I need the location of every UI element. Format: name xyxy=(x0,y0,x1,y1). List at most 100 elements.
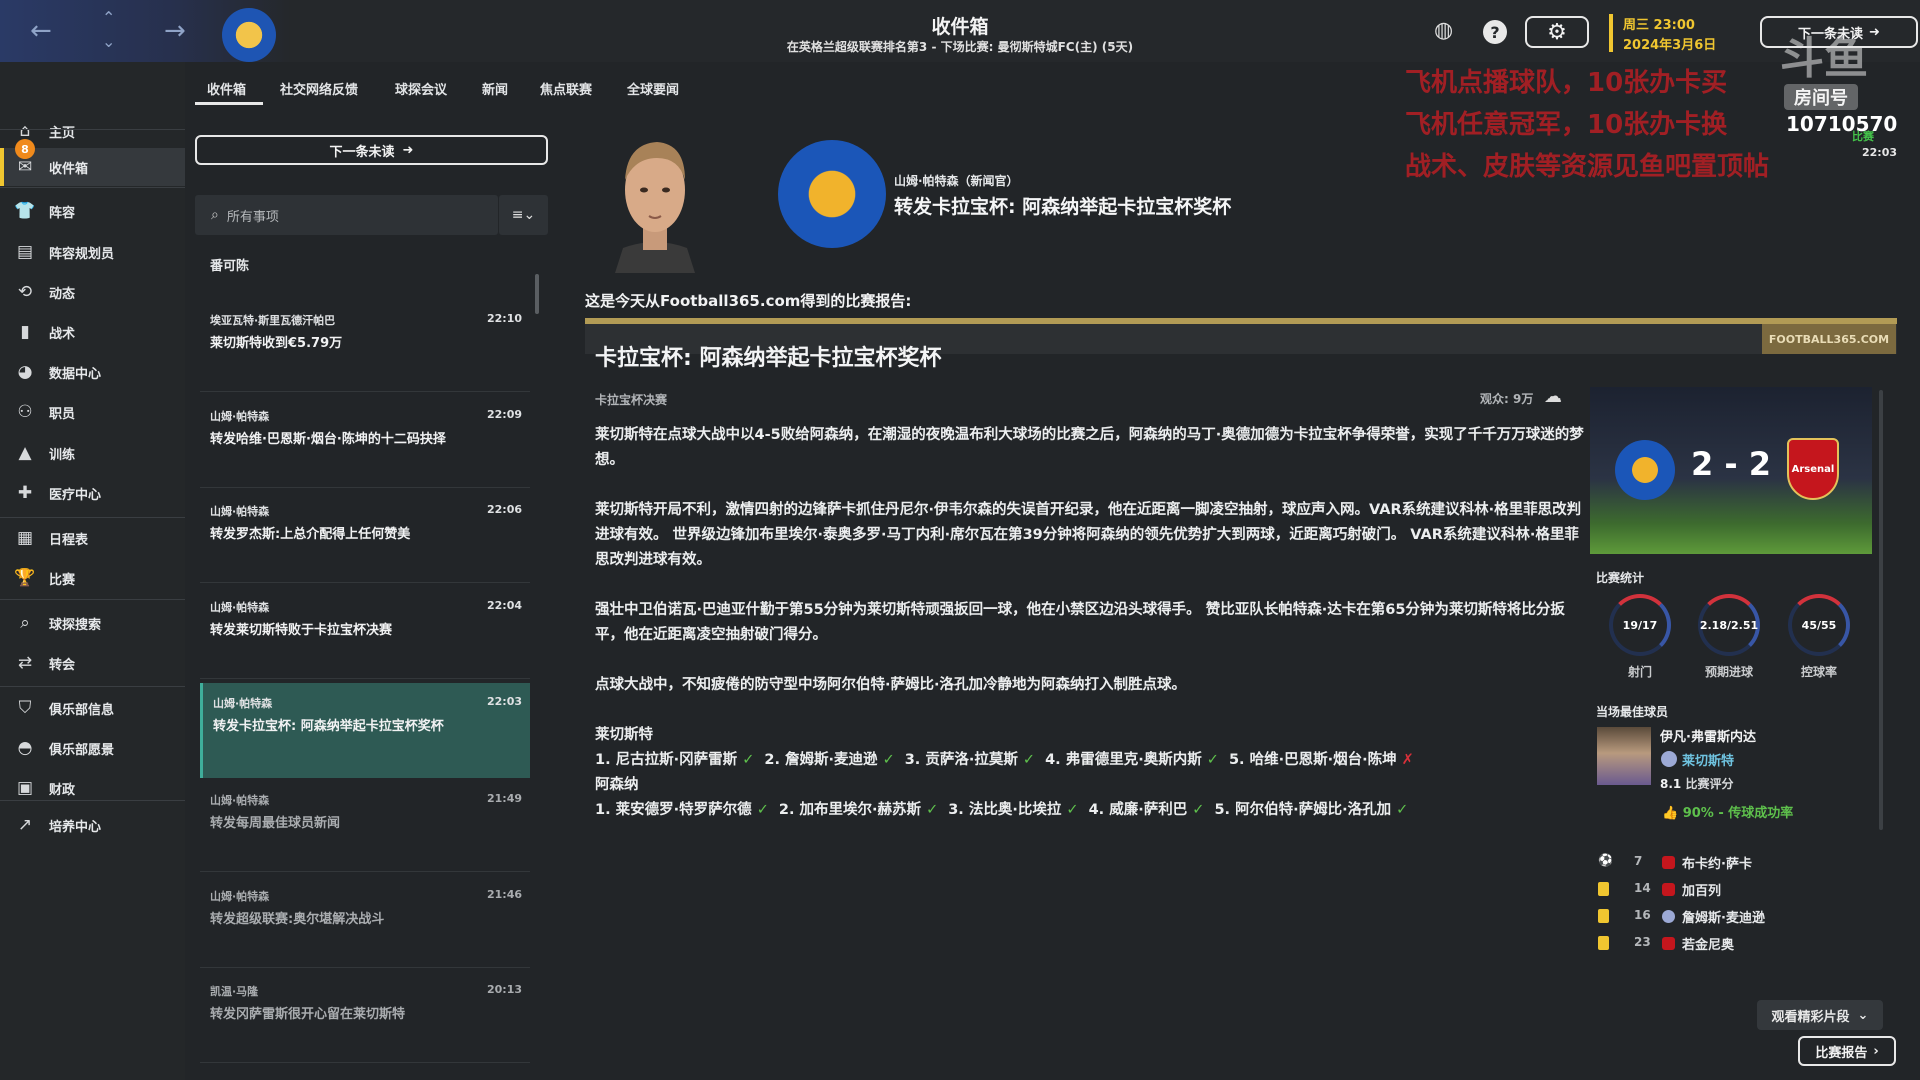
article-category: 卡拉宝杯决赛 xyxy=(595,393,668,407)
sidebar-item-squad-planner[interactable]: ▤ 阵容规划员 xyxy=(0,233,185,271)
active-tab-indicator xyxy=(195,102,263,105)
motm-pass-label: 90% - 传球成功率 xyxy=(1682,806,1794,821)
dynamics-icon: ⟲ xyxy=(17,282,33,302)
motm-club[interactable]: 莱切斯特 xyxy=(1682,750,1734,769)
sidebar-item-transfers[interactable]: ⇄ 转会 xyxy=(0,644,185,682)
tab-news[interactable]: 新闻 xyxy=(482,79,508,98)
sidebar-item-development[interactable]: ↗ 培养中心 xyxy=(0,806,185,844)
sidebar-item-staff[interactable]: ⚇ 职员 xyxy=(0,393,185,431)
sidebar: ⌂ 主页 ✉ 收件箱 👕 阵容 ▤ 阵容规划员 ⟲ 动态 ▮ 战术 ◕ 数据中心 ⚇ 职员 ▲ 训… xyxy=(0,62,185,1080)
penalty-taker: 4. 弗雷德里克·奥斯内斯 ✓ xyxy=(1045,752,1219,768)
shield-icon: ⛉ xyxy=(18,698,32,718)
sidebar-item-label: 俱乐部信息 xyxy=(49,702,115,718)
thumbs-up-icon: 👍 xyxy=(1662,806,1679,821)
sidebar-item-label: 动态 xyxy=(49,286,76,302)
sidebar-item-finances[interactable]: ▣ 财政 xyxy=(0,769,185,807)
sidebar-item-label: 转会 xyxy=(49,657,76,673)
chevron-down-icon: ⌄ xyxy=(1857,1007,1869,1023)
tab-scout-meeting[interactable]: 球探会议 xyxy=(395,79,447,98)
tab-social-feedback[interactable]: 社交网络反馈 xyxy=(280,79,358,98)
list-item[interactable]: 埃亚瓦特·斯里瓦德汗帕巴 22:10 莱切斯特收到€5.79万 xyxy=(200,300,530,392)
match-event-row[interactable]: 23 若金尼奥 xyxy=(1598,933,1848,955)
sidebar-divider xyxy=(0,686,185,687)
message-time: 20:13 xyxy=(486,983,522,996)
penalty-taker: 5. 哈维·巴恩斯·烟台·陈坤 ✗ xyxy=(1228,752,1414,768)
search-input[interactable]: ⌕ 所有事项 xyxy=(195,195,498,235)
help-icon[interactable]: ? xyxy=(1483,20,1507,44)
world-icon[interactable]: ◍ xyxy=(1434,18,1453,43)
list-item[interactable]: 山姆·帕特森 22:06 转发罗杰斯:上总介配得上任何赞美 xyxy=(200,491,530,583)
match-report-label: 比赛报告 xyxy=(1815,1045,1868,1061)
penalty-scored-icon: ✓ xyxy=(1206,752,1219,768)
list-item[interactable]: 山姆·帕特森 22:09 转发哈维·巴恩斯·烟台·陈坤的十二码抉择 xyxy=(200,396,530,488)
stream-overlay-text: 飞机点播球队，10张办卡买 xyxy=(1405,68,1728,98)
settings-button[interactable]: ⚙ xyxy=(1525,16,1589,48)
home-icon: ⌂ xyxy=(19,121,31,141)
sidebar-item-competitions[interactable]: 🏆 比赛 xyxy=(0,559,185,597)
match-event-row[interactable]: 14 加百列 xyxy=(1598,879,1848,901)
message-sender[interactable]: 山姆·帕特森（新闻官） xyxy=(894,172,1019,189)
message-subject: 转发超级联赛:奥尔堪解决战斗 xyxy=(210,912,385,927)
match-report-button[interactable]: 比赛报告 › xyxy=(1798,1036,1896,1066)
sidebar-item-club-info[interactable]: ⛉ 俱乐部信息 xyxy=(0,689,185,727)
message-time: 22:10 xyxy=(486,312,522,325)
player-of-the-match-title: 当场最佳球员 xyxy=(1596,705,1669,719)
sidebar-item-scouting[interactable]: ⌕ 球探搜索 xyxy=(0,604,185,642)
event-minute: 14 xyxy=(1634,881,1651,895)
sidebar-item-squad[interactable]: 👕 阵容 xyxy=(0,192,185,230)
sidebar-item-label: 俱乐部愿景 xyxy=(49,742,115,758)
sidebar-item-tactics[interactable]: ▮ 战术 xyxy=(0,313,185,351)
list-next-unread-button[interactable]: 下一条未读 ➜ xyxy=(195,135,548,165)
sidebar-item-label: 财政 xyxy=(49,782,76,798)
sidebar-item-club-vision[interactable]: ◓ 俱乐部愿景 xyxy=(0,729,185,767)
message-sender: 山姆·帕特森 xyxy=(210,794,270,807)
list-item[interactable]: 山姆·帕特森 21:49 转发每周最佳球员新闻 xyxy=(200,780,530,872)
sidebar-divider xyxy=(0,599,185,600)
sidebar-item-dynamics[interactable]: ⟲ 动态 xyxy=(0,273,185,311)
sidebar-item-training[interactable]: ▲ 训练 xyxy=(0,434,185,472)
yellow-card-icon xyxy=(1598,882,1609,896)
match-event-row[interactable]: 16 詹姆斯·麦迪逊 xyxy=(1598,906,1848,928)
tab-focus-leagues[interactable]: 焦点联赛 xyxy=(540,79,592,98)
list-scrollbar[interactable] xyxy=(535,274,539,314)
penalty-taker: 4. 威廉·萨利巴 ✓ xyxy=(1088,802,1205,818)
sidebar-item-medical[interactable]: ✚ 医疗中心 xyxy=(0,474,185,512)
weather-icon: ☁ xyxy=(1544,386,1562,407)
penalty-taker: 3. 贡萨洛·拉莫斯 ✓ xyxy=(904,752,1036,768)
club-crest-icon xyxy=(1661,751,1677,767)
match-event-row[interactable]: ⚽ 7 布卡约·萨卡 xyxy=(1598,852,1848,874)
list-item[interactable]: 山姆·帕特森 21:46 转发超级联赛:奥尔堪解决战斗 xyxy=(200,876,530,968)
watch-highlights-button[interactable]: 观看精彩片段 ⌄ xyxy=(1757,1000,1883,1030)
sender-portrait[interactable] xyxy=(605,128,705,273)
sidebar-item-schedule[interactable]: ▦ 日程表 xyxy=(0,519,185,557)
penalty-scored-icon: ✓ xyxy=(742,752,755,768)
stream-clock: 22:03 xyxy=(1862,146,1898,159)
medical-icon: ✚ xyxy=(17,483,33,503)
tab-world-news[interactable]: 全球要闻 xyxy=(627,79,679,98)
motm-avatar[interactable] xyxy=(1597,727,1651,785)
panel-scrollbar[interactable] xyxy=(1879,390,1883,830)
motm-name[interactable]: 伊凡·弗雷斯内达 xyxy=(1660,726,1756,745)
list-item[interactable]: 山姆·帕特森 22:04 转发莱切斯特败于卡拉宝杯决赛 xyxy=(200,587,530,679)
penalty-scored-icon: ✓ xyxy=(756,802,769,818)
stat-shots-ring: 19/17 xyxy=(1609,594,1671,656)
date-divider xyxy=(1609,14,1613,52)
stat-xg-label: 预期进球 xyxy=(1704,665,1753,679)
search-placeholder: 所有事项 xyxy=(226,209,279,225)
schedule-icon: ▦ xyxy=(16,528,34,548)
penalty-taker: 5. 阿尔伯特·萨姆比·洛孔加 ✓ xyxy=(1214,802,1409,818)
stream-overlay-text: 战术、皮肤等资源见鱼吧置顶帖 xyxy=(1405,152,1770,182)
list-item[interactable]: 凯温·马隆 20:13 转发冈萨雷斯很开心留在莱切斯特 xyxy=(200,971,530,1063)
filter-menu-button[interactable]: ≡⌄ xyxy=(499,195,548,235)
chevron-right-icon: ➜ xyxy=(1869,24,1880,40)
data-hub-icon: ◕ xyxy=(17,362,33,382)
sidebar-item-data-hub[interactable]: ◕ 数据中心 xyxy=(0,353,185,391)
tab-inbox[interactable]: 收件箱 xyxy=(207,79,246,98)
message-sender: 凯温·马隆 xyxy=(210,985,259,998)
message-time: 21:46 xyxy=(486,888,522,901)
current-time: 周三 23:00 xyxy=(1623,18,1695,33)
list-item-selected[interactable]: 山姆·帕特森 22:03 转发卡拉宝杯: 阿森纳举起卡拉宝杯奖杯 xyxy=(200,683,530,778)
message-subject: 转发罗杰斯:上总介配得上任何赞美 xyxy=(210,527,411,542)
article-paragraph: 莱切斯特开局不利，激情四射的边锋萨卡抓住丹尼尔·伊韦尔森的失误首开纪录，他在近距… xyxy=(595,502,1582,568)
away-club-icon xyxy=(1662,937,1675,950)
